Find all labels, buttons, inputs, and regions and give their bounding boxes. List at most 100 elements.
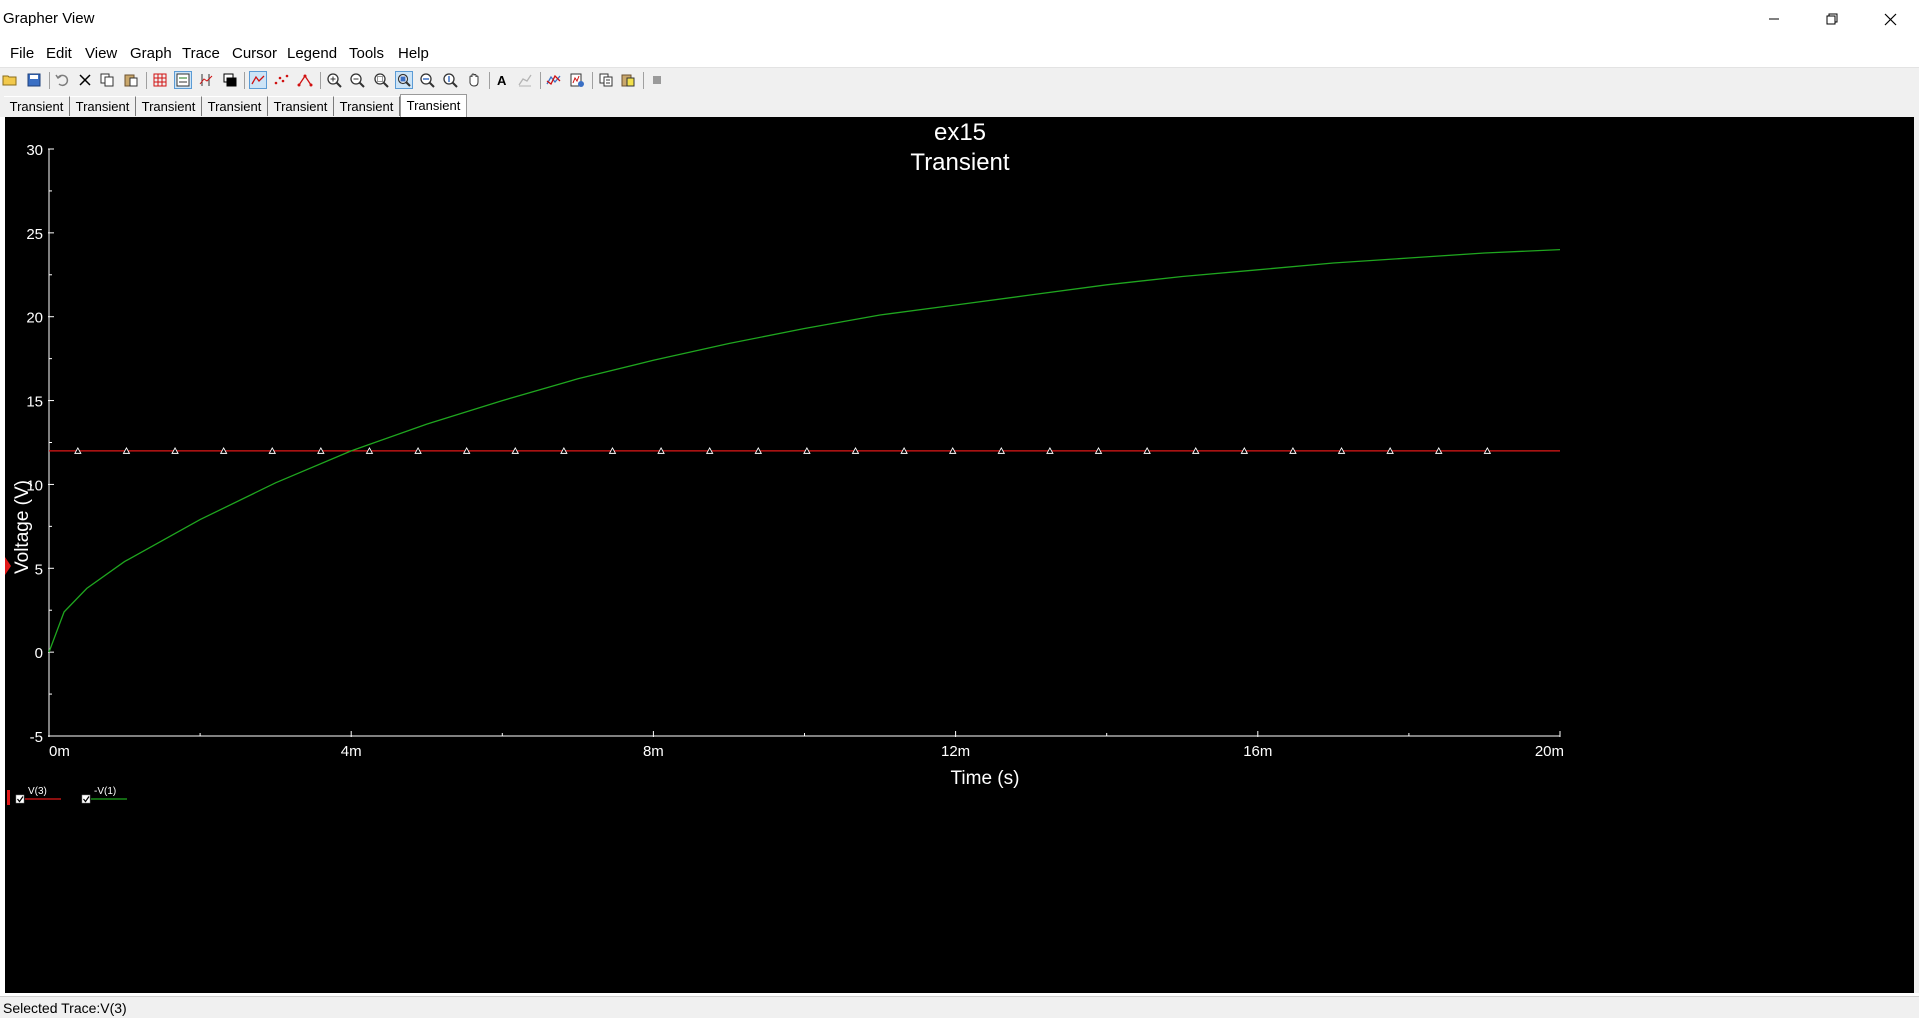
paste-graph-button[interactable] xyxy=(619,71,637,89)
toolbar-separator xyxy=(489,72,490,89)
undo-icon xyxy=(55,74,69,87)
menu-edit[interactable]: Edit xyxy=(46,45,72,62)
zoom-out-icon xyxy=(350,73,365,88)
legend-button[interactable] xyxy=(174,71,192,89)
paste-icon xyxy=(124,74,138,87)
zoom-out-button[interactable] xyxy=(348,71,366,89)
close-button[interactable] xyxy=(1861,0,1919,38)
menu-view[interactable]: View xyxy=(85,45,117,62)
zoom-y-button[interactable] xyxy=(441,71,459,89)
zoom-x-button[interactable] xyxy=(418,71,436,89)
title-bar: Grapher View xyxy=(0,0,1919,38)
minimize-button[interactable] xyxy=(1745,0,1803,38)
menu-cursor[interactable]: Cursor xyxy=(232,45,277,62)
restore-button[interactable] xyxy=(1803,0,1861,38)
cursors-icon xyxy=(199,74,213,86)
fit-button[interactable] xyxy=(516,71,534,89)
paste-graph-icon xyxy=(621,74,635,87)
trace-line-points-button[interactable] xyxy=(296,71,314,89)
stop-icon xyxy=(653,76,661,84)
tab-bar: Transient Transient Transient Transient … xyxy=(0,94,1919,117)
copy-button[interactable] xyxy=(98,71,116,89)
menu-tools[interactable]: Tools xyxy=(349,45,384,62)
grid-icon xyxy=(153,73,167,87)
save-button[interactable] xyxy=(25,71,43,89)
cut-button[interactable] xyxy=(76,71,94,89)
toolbar-separator xyxy=(320,72,321,89)
y-tick-label: 30 xyxy=(26,142,43,159)
select-trace-button[interactable] xyxy=(545,71,563,89)
open-button[interactable] xyxy=(1,71,19,89)
menu-file[interactable]: File xyxy=(10,45,34,62)
zoom-full-icon xyxy=(397,73,411,87)
overlay-icon xyxy=(223,73,237,87)
zoom-full-button[interactable] xyxy=(395,71,413,89)
chart-axes xyxy=(48,149,1560,737)
toolbar-separator xyxy=(540,72,541,89)
undo-button[interactable] xyxy=(53,71,71,89)
zoom-y-icon xyxy=(443,73,458,88)
grid-button[interactable] xyxy=(151,71,169,89)
tab-transient-1[interactable]: Transient xyxy=(4,96,70,116)
trace-line-icon xyxy=(251,75,265,85)
paste-button[interactable] xyxy=(122,71,140,89)
close-icon xyxy=(1884,13,1896,25)
chart-subtitle: Transient xyxy=(910,149,1009,176)
chart-title: ex15 xyxy=(934,119,986,146)
pan-icon xyxy=(469,73,479,87)
status-text: Selected Trace:V(3) xyxy=(3,1000,127,1016)
stop-button[interactable] xyxy=(648,71,666,89)
legend-label: V(3) xyxy=(28,786,47,797)
menu-legend[interactable]: Legend xyxy=(287,45,337,62)
chart-legend: V(3) -V(1) xyxy=(7,786,127,805)
export-button[interactable] xyxy=(568,71,586,89)
tab-transient-6[interactable]: Transient xyxy=(334,96,400,116)
legend-icon xyxy=(176,73,190,87)
pan-button[interactable] xyxy=(465,71,483,89)
menu-bar: File Edit View Graph Trace Cursor Legend… xyxy=(0,40,1919,66)
open-icon xyxy=(2,75,17,86)
tab-transient-2[interactable]: Transient xyxy=(70,96,136,116)
x-tick-label: 16m xyxy=(1243,743,1272,760)
zoom-in-button[interactable] xyxy=(325,71,343,89)
text-icon: A xyxy=(497,73,507,88)
save-icon xyxy=(27,73,41,87)
x-tick-label: 8m xyxy=(643,743,664,760)
copy-graph-icon xyxy=(599,73,613,87)
menu-graph[interactable]: Graph xyxy=(130,45,172,62)
y-tick-label: 5 xyxy=(35,561,43,578)
y-tick-label: 25 xyxy=(26,226,43,243)
toolbar: A xyxy=(0,67,1919,95)
y-tick-label: 15 xyxy=(26,394,43,411)
tab-transient-7[interactable]: Transient xyxy=(400,94,467,117)
menu-help[interactable]: Help xyxy=(398,45,429,62)
zoom-x-icon xyxy=(420,73,435,88)
y-tick-label: 20 xyxy=(26,310,43,327)
toolbar-separator xyxy=(244,72,245,89)
copy-icon xyxy=(100,73,114,87)
zoom-area-button[interactable] xyxy=(372,71,390,89)
legend-selected-indicator xyxy=(7,790,10,805)
chart-series[interactable] xyxy=(48,248,1561,653)
selected-trace-marker xyxy=(5,557,11,575)
copy-graph-button[interactable] xyxy=(597,71,615,89)
minimize-icon xyxy=(1769,18,1779,20)
transient-chart[interactable]: ex15 Transient -50510152025300m 4m 8m 12m 16… xyxy=(5,117,1914,993)
text-button[interactable]: A xyxy=(493,71,511,89)
trace-line-points-icon xyxy=(297,74,313,87)
tab-transient-3[interactable]: Transient xyxy=(136,96,202,116)
cursors-button[interactable] xyxy=(197,71,215,89)
status-bar: Selected Trace:V(3) xyxy=(0,996,1919,1018)
trace-points-button[interactable] xyxy=(272,71,290,89)
graph-panel[interactable]: ex15 Transient -5 0 5 10 15 20 25 30 0m 4m 8m 12m 16… xyxy=(5,117,1919,993)
y-tick-label: -5 xyxy=(30,729,43,746)
tab-transient-5[interactable]: Transient xyxy=(268,96,334,116)
svg-text:A: A xyxy=(497,73,507,88)
tab-transient-4[interactable]: Transient xyxy=(202,96,268,116)
x-tick-label: 0m xyxy=(49,743,70,760)
zoom-in-icon xyxy=(327,73,342,88)
overlay-button[interactable] xyxy=(221,71,239,89)
export-icon xyxy=(570,73,584,87)
menu-trace[interactable]: Trace xyxy=(182,45,220,62)
trace-line-button[interactable] xyxy=(249,71,267,89)
